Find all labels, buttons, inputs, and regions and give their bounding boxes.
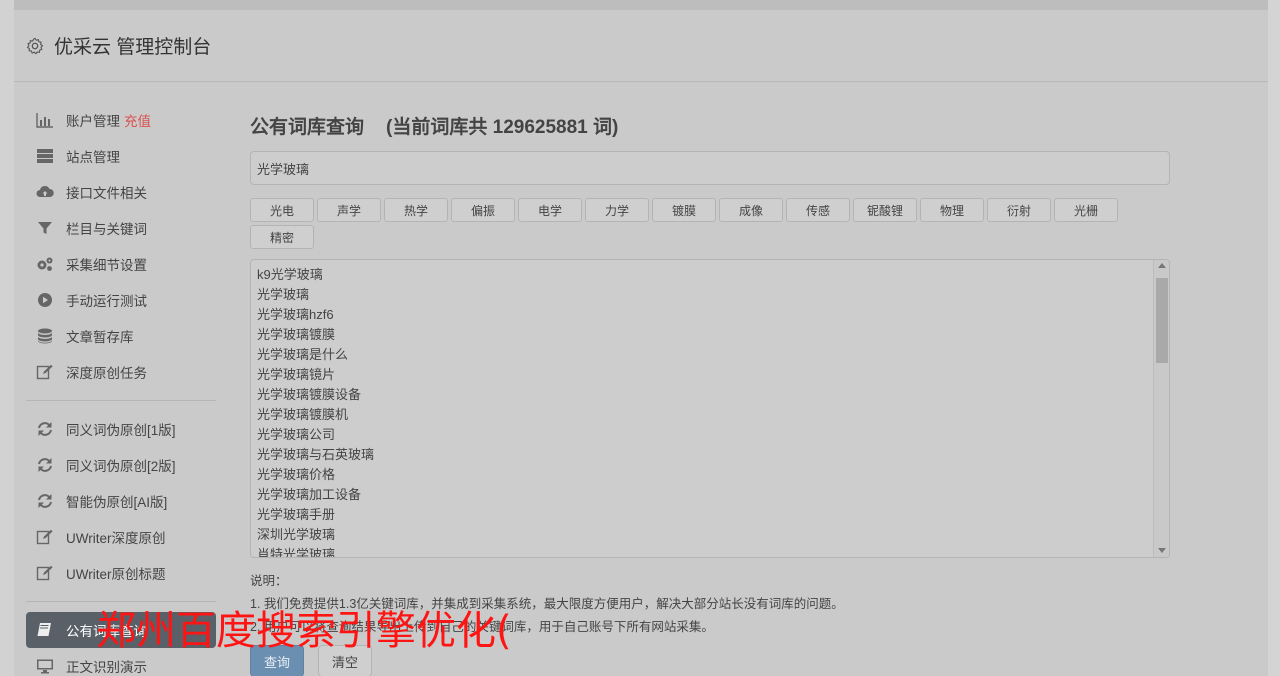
play-circle-icon: [38, 293, 52, 307]
tag-button[interactable]: 光栅: [1054, 198, 1118, 222]
edit-icon: [36, 565, 53, 581]
list-item: 光学玻璃镜片: [257, 367, 336, 382]
sidebar-item-collect-settings[interactable]: 采集细节设置: [26, 246, 216, 282]
sidebar-item-uwriter-deep[interactable]: UWriter深度原创: [26, 519, 216, 555]
sidebar-item-label: 正文识别演示: [66, 660, 147, 675]
results-list: k9光学玻璃 光学玻璃 光学玻璃hzf6 光学玻璃镀膜 光学玻璃是什么 光学玻璃…: [251, 260, 1169, 558]
list-item: 光学玻璃手册: [257, 507, 336, 522]
top-strip: [14, 0, 1268, 10]
page-margin-right: [1268, 0, 1280, 676]
sidebar-item-uwriter-title[interactable]: UWriter原创标题: [26, 555, 216, 591]
list-item: 肖特光学玻璃: [257, 547, 336, 558]
tag-group: 光电 声学 热学 偏振 电学 力学 镀膜 成像 传感 铌酸锂 物理 衍射 光栅 …: [250, 198, 1130, 252]
cloud-upload-icon: [36, 185, 54, 197]
sidebar-item-article-store[interactable]: 文章暂存库: [26, 318, 216, 354]
sidebar-item-label: UWriter原创标题: [66, 567, 166, 582]
sidebar-item-label: 站点管理: [66, 150, 120, 165]
sidebar-item-sites[interactable]: 站点管理: [26, 138, 216, 174]
tag-button[interactable]: 物理: [920, 198, 984, 222]
list-item: 光学玻璃价格: [257, 467, 336, 482]
sidebar: 账户管理 充值 站点管理 接口文件相关 栏目与关键词 采集细节设置 手动运行测试…: [26, 102, 216, 676]
sidebar-item-columns-keywords[interactable]: 栏目与关键词: [26, 210, 216, 246]
sidebar-item-account[interactable]: 账户管理 充值: [26, 102, 216, 138]
tag-button[interactable]: 热学: [384, 198, 448, 222]
app-header: 优采云 管理控制台: [14, 10, 1268, 82]
sidebar-item-label: 深度原创任务: [66, 366, 147, 381]
recharge-link[interactable]: 充值: [124, 110, 151, 130]
list-item: 深圳光学玻璃: [257, 527, 336, 542]
list-item: 光学玻璃是什么: [257, 347, 349, 362]
sidebar-item-label: 同义词伪原创[2版]: [66, 459, 176, 474]
server-icon: [37, 149, 53, 163]
list-item: k9光学玻璃: [257, 267, 323, 282]
filter-icon: [38, 222, 52, 234]
app-title: 优采云 管理控制台: [54, 37, 212, 58]
sidebar-divider: [26, 400, 216, 401]
tag-button[interactable]: 电学: [518, 198, 582, 222]
edit-icon: [36, 529, 53, 545]
scroll-down-arrow-icon[interactable]: [1158, 548, 1166, 553]
list-item: 光学玻璃公司: [257, 427, 336, 442]
book-icon: [37, 623, 51, 636]
tag-button[interactable]: 力学: [585, 198, 649, 222]
sidebar-item-label: 手动运行测试: [66, 294, 147, 309]
list-item: 光学玻璃与石英玻璃: [257, 447, 375, 462]
tag-button[interactable]: 衍射: [987, 198, 1051, 222]
tag-button[interactable]: 成像: [719, 198, 783, 222]
list-item: 光学玻璃: [257, 287, 310, 302]
list-item: 光学玻璃镀膜机: [257, 407, 349, 422]
sidebar-item-interface-files[interactable]: 接口文件相关: [26, 174, 216, 210]
tag-button[interactable]: 光电: [250, 198, 314, 222]
main-content: 公有词库查询 (当前词库共 129625881 词) 光电 声学 热学 偏振 电学…: [250, 102, 1170, 676]
sidebar-item-label: 智能伪原创[AI版]: [66, 495, 168, 510]
list-item: 光学玻璃镀膜设备: [257, 387, 362, 402]
refresh-icon: [38, 422, 52, 436]
sidebar-item-label: UWriter深度原创: [66, 531, 166, 546]
sidebar-item-manual-run[interactable]: 手动运行测试: [26, 282, 216, 318]
watermark-overlay: 郑州百度搜索引擎优化(: [96, 608, 512, 654]
sidebar-item-synonym-v2[interactable]: 同义词伪原创[2版]: [26, 447, 216, 483]
cogs-icon: [37, 257, 53, 271]
scroll-thumb[interactable]: [1156, 278, 1168, 363]
keyword-search-input[interactable]: [250, 151, 1170, 185]
page-title: 公有词库查询 (当前词库共 129625881 词): [250, 112, 1170, 140]
results-textarea[interactable]: k9光学玻璃 光学玻璃 光学玻璃hzf6 光学玻璃镀膜 光学玻璃是什么 光学玻璃…: [250, 259, 1170, 558]
tag-button[interactable]: 镀膜: [652, 198, 716, 222]
edit-icon: [36, 364, 53, 380]
sidebar-item-synonym-v1[interactable]: 同义词伪原创[1版]: [26, 411, 216, 447]
sidebar-item-label: 接口文件相关: [66, 186, 147, 201]
sidebar-item-ai-rewrite[interactable]: 智能伪原创[AI版]: [26, 483, 216, 519]
page-margin-left: [0, 0, 14, 676]
tag-button[interactable]: 声学: [317, 198, 381, 222]
list-item: 光学玻璃hzf6: [257, 307, 334, 322]
tag-button[interactable]: 铌酸锂: [853, 198, 917, 222]
scroll-up-arrow-icon[interactable]: [1158, 263, 1166, 268]
list-item: 光学玻璃加工设备: [257, 487, 362, 502]
gear-icon: [26, 37, 44, 54]
notes-label: 说明：: [250, 574, 288, 588]
tag-button[interactable]: 偏振: [451, 198, 515, 222]
tag-button[interactable]: 精密: [250, 225, 314, 249]
lexicon-count: (当前词库共 129625881 词): [386, 117, 619, 138]
refresh-icon: [38, 494, 52, 508]
monitor-icon: [37, 659, 53, 674]
sidebar-item-deep-original[interactable]: 深度原创任务: [26, 354, 216, 390]
page-title-text: 公有词库查询: [250, 117, 365, 138]
sidebar-item-label: 同义词伪原创[1版]: [66, 423, 176, 438]
sidebar-item-label: 采集细节设置: [66, 258, 147, 273]
sidebar-item-label: 账户管理: [66, 114, 120, 129]
database-icon: [38, 328, 52, 344]
tag-button[interactable]: 传感: [786, 198, 850, 222]
list-item: 光学玻璃镀膜: [257, 327, 336, 342]
sidebar-item-label: 文章暂存库: [66, 330, 134, 345]
results-scrollbar[interactable]: [1153, 260, 1169, 557]
sidebar-item-label: 栏目与关键词: [66, 222, 147, 237]
refresh-icon: [38, 458, 52, 472]
bar-chart-icon: [36, 113, 53, 128]
